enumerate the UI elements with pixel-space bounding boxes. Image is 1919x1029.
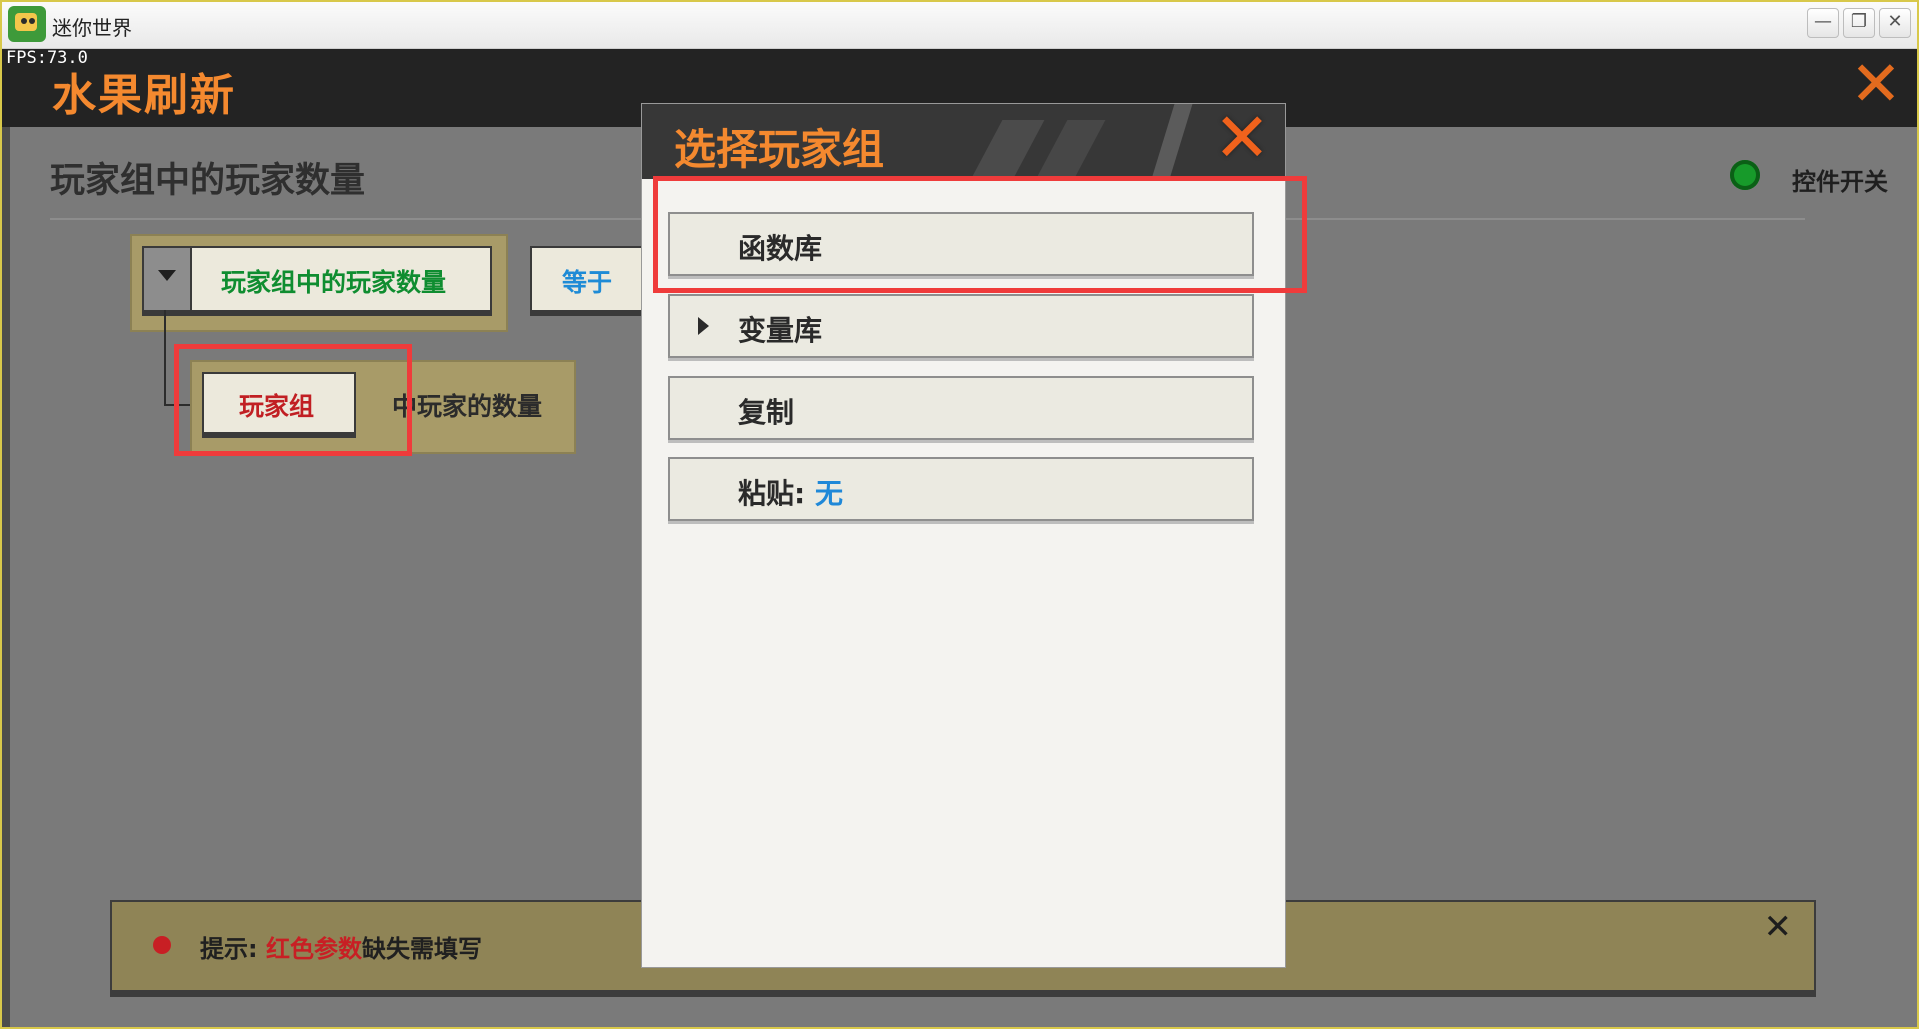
modal-title: 选择玩家组 [674,125,885,174]
left-strip [2,127,10,1027]
fps-counter: FPS:73.0 [6,48,88,68]
tree-connector [164,310,166,405]
hint-suffix: 缺失需填写 [361,935,482,963]
title-bar: 迷你世界 — ❐ ✕ [2,2,1917,49]
main-param-label: 玩家组中的玩家数量 [221,268,447,297]
equals-label: 等于 [562,268,613,297]
dropdown-toggle[interactable] [144,248,192,310]
menu-item-paste[interactable]: 粘贴: 无 [668,457,1254,521]
equals-button[interactable]: 等于 [530,246,644,312]
hint-text: 提示: 红色参数缺失需填写 [200,929,482,964]
header-stripe [971,120,1045,178]
close-icon[interactable]: ✕ [1879,8,1911,38]
toggle-label[interactable]: 控件开关 [1792,162,1888,197]
highlight-frame [653,176,1307,293]
menu-item-label: 粘贴: 无 [738,472,843,512]
page-title: 水果刷新 [52,70,236,121]
close-icon[interactable]: ✕ [1764,910,1793,944]
paste-label: 粘贴: [738,477,815,510]
close-x-icon[interactable]: ✕ [1212,105,1272,174]
paste-value: 无 [814,477,843,510]
sub-param-suffix: 中玩家的数量 [392,392,543,421]
menu-item-label: 复制 [738,396,795,429]
chevron-down-icon [158,270,176,281]
header-stripe [1151,104,1193,179]
menu-item-copy[interactable]: 复制 [668,376,1254,440]
hint-highlight: 红色参数 [265,935,362,963]
minimize-icon[interactable]: — [1807,8,1839,38]
close-x-icon[interactable]: ✕ [1849,53,1903,115]
menu-item-variable-library[interactable]: 变量库 [668,294,1254,358]
section-title: 玩家组中的玩家数量 [50,161,366,201]
restore-icon[interactable]: ❐ [1843,8,1875,38]
mini-world-icon [8,6,46,42]
main-param-button[interactable]: 玩家组中的玩家数量 [142,246,492,312]
toggle-status-icon[interactable] [1730,160,1760,190]
warning-dot-icon [153,936,171,954]
hint-prefix: 提示: [200,935,266,963]
chevron-right-icon [698,317,709,335]
modal-header: 选择玩家组 ✕ [642,104,1285,179]
header-stripe [1036,120,1106,178]
window-title: 迷你世界 [52,16,132,40]
highlight-frame [174,344,412,456]
menu-item-label: 变量库 [738,314,823,347]
